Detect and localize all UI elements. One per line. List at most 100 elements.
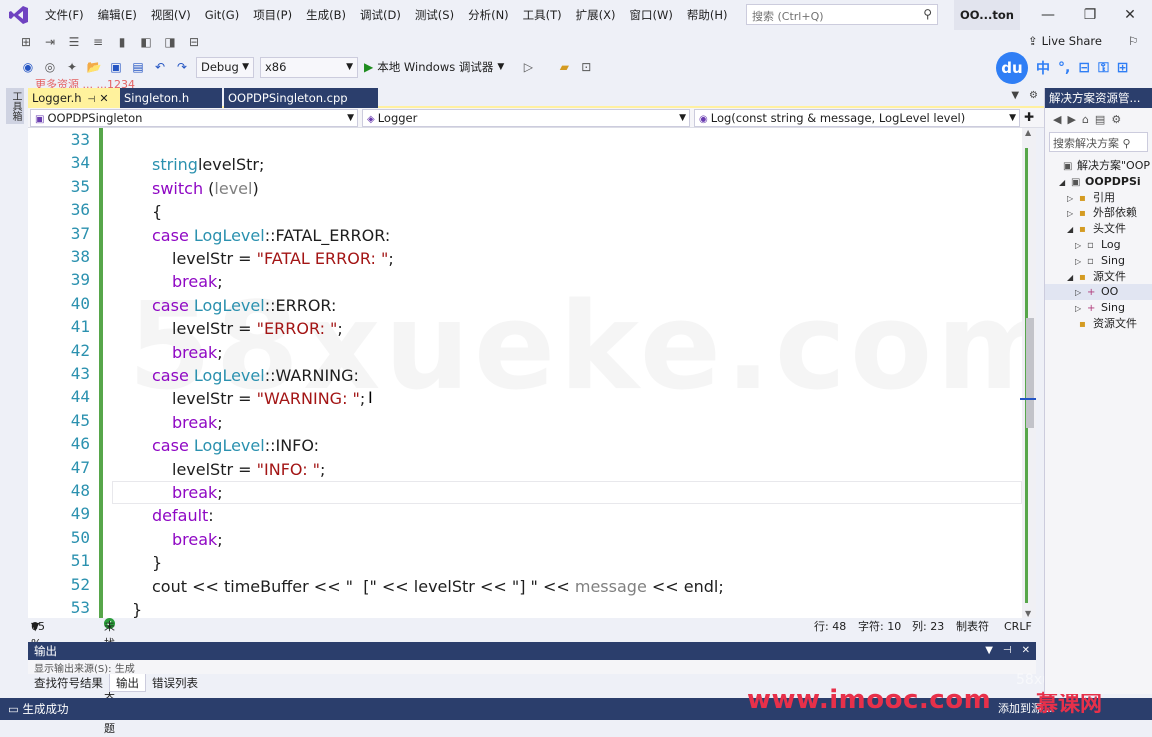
output-source-label[interactable]: 显示输出来源(S): 生成 (34, 664, 135, 674)
tree-item[interactable]: ◢ ▣ OOPDPSi (1059, 174, 1141, 190)
close-icon[interactable]: ✕ (1108, 0, 1152, 30)
code-editor[interactable]: 58xueke.com 3334353637383940414243444546… (28, 128, 1028, 618)
expander-icon[interactable]: ◢ (1067, 270, 1079, 286)
code-line[interactable]: } (132, 598, 142, 618)
expander-icon[interactable]: ▷ (1075, 285, 1087, 301)
code-line[interactable]: cout << timeBuffer << " [" << levelStr <… (152, 575, 724, 598)
feedback-icon[interactable]: ⚐ (1128, 34, 1138, 48)
expander-icon[interactable]: ▷ (1067, 206, 1079, 222)
code-line[interactable]: stringlevelStr; (152, 153, 264, 176)
code-line[interactable]: switch (level) (152, 177, 259, 200)
tree-item[interactable]: ▷ ▪ 引用 (1067, 190, 1115, 206)
back-icon[interactable]: ◉ (20, 59, 36, 75)
home-icon[interactable]: ⌂ (1082, 113, 1089, 126)
menu-item-10[interactable]: 扩展(X) (569, 0, 623, 30)
grid-menu-icon[interactable]: ⊞ (1117, 60, 1129, 76)
tab-oopdpsingleton-cpp[interactable]: OOPDPSingleton.cpp (224, 88, 378, 108)
code-line[interactable]: break; (172, 341, 223, 364)
menu-item-11[interactable]: 窗口(W) (623, 0, 680, 30)
minimize-icon[interactable]: — (1026, 0, 1070, 30)
tree-item[interactable]: ▷ ▫ Sing (1075, 253, 1125, 269)
indent-icon[interactable]: ⇥ (42, 34, 58, 50)
chinese-mode-icon[interactable]: 中 (1036, 58, 1050, 78)
tree-item[interactable]: ▷ ▪ 外部依赖 (1067, 205, 1137, 221)
tree-item[interactable]: ◢ ▪ 源文件 (1067, 269, 1126, 285)
settings-icon[interactable]: ⚙ (1111, 113, 1121, 126)
code-line[interactable]: levelStr = "WARNING: "; (172, 387, 365, 410)
solution-search-input[interactable]: 搜索解决方案 ⚲ (1049, 132, 1148, 152)
pin-icon[interactable]: ⊣ (1003, 642, 1012, 660)
punctuation-icon[interactable]: °, (1058, 60, 1070, 76)
save-all-icon[interactable]: ▤ (130, 59, 146, 75)
start-debugging-button[interactable]: ▶ 本地 Windows 调试器 ▼ (364, 59, 504, 75)
code-line[interactable]: break; (172, 411, 223, 434)
scroll-thumb[interactable] (1026, 318, 1034, 428)
align-icon[interactable]: ⊞ (18, 34, 34, 50)
project-dropdown[interactable]: ▣ OOPDPSingleton ▼ (30, 109, 358, 127)
menu-item-9[interactable]: 工具(T) (516, 0, 569, 30)
configuration-dropdown[interactable]: Debug ▼ (196, 56, 254, 78)
tree-item[interactable]: ▷ + OO (1045, 284, 1152, 301)
close-icon[interactable]: ✕ (1022, 642, 1030, 660)
pin-icon[interactable]: ⊣ (88, 95, 96, 105)
expander-icon[interactable]: ▷ (1075, 301, 1087, 317)
tree-item[interactable]: ◢ ▪ 头文件 (1067, 221, 1126, 237)
find-in-files-icon[interactable]: ▰ (556, 59, 572, 75)
expander-icon[interactable]: ▷ (1075, 238, 1087, 254)
start-without-debug-icon[interactable]: ▷ (520, 59, 536, 75)
code-line[interactable]: break; (172, 270, 223, 293)
undo-icon[interactable]: ↶ (152, 59, 168, 75)
menu-item-3[interactable]: Git(G) (198, 0, 247, 30)
menu-item-0[interactable]: 文件(F) (38, 0, 91, 30)
clear-bookmarks-icon[interactable]: ⊟ (186, 34, 202, 50)
code-line[interactable]: break; (172, 481, 223, 504)
switch-view-icon[interactable]: ▤ (1095, 113, 1105, 126)
skin-icon[interactable]: ⚿ (1098, 60, 1109, 76)
outdent-icon[interactable]: ☰ (66, 34, 82, 50)
menu-item-7[interactable]: 测试(S) (408, 0, 461, 30)
menu-item-2[interactable]: 视图(V) (144, 0, 198, 30)
tab-list-dropdown-icon[interactable]: ▼ (1011, 90, 1019, 101)
code-line[interactable]: case LogLevel::ERROR: (152, 294, 336, 317)
prev-bookmark-icon[interactable]: ◧ (138, 34, 154, 50)
member-dropdown[interactable]: ◉ Log(const string & message, LogLevel le… (694, 109, 1020, 127)
menu-item-6[interactable]: 调试(D) (353, 0, 408, 30)
expander-icon[interactable]: ◢ (1067, 222, 1079, 238)
bookmark-icon[interactable]: ▮ (114, 34, 130, 50)
menu-item-8[interactable]: 分析(N) (461, 0, 516, 30)
bottom-tab-0[interactable]: 查找符号结果 (28, 674, 109, 692)
panel-dropdown-icon[interactable]: ▼ (985, 642, 993, 660)
screenshot-icon[interactable]: ⊡ (578, 59, 594, 75)
solution-name-badge[interactable]: OO...ton (954, 0, 1020, 30)
redo-icon[interactable]: ↷ (174, 59, 190, 75)
save-icon[interactable]: ▣ (108, 59, 124, 75)
back-icon[interactable]: ◀ (1053, 113, 1061, 126)
new-item-icon[interactable]: ✦ (64, 59, 80, 75)
line-ending[interactable]: CRLF (1004, 618, 1032, 635)
code-area[interactable]: stringlevelStr; switch (level){case LogLe… (112, 128, 1022, 618)
expander-icon[interactable]: ▷ (1075, 254, 1087, 270)
code-line[interactable]: levelStr = "ERROR: "; (172, 317, 343, 340)
menu-item-12[interactable]: 帮助(H) (680, 0, 735, 30)
scroll-up-icon[interactable]: ▲ (1025, 128, 1031, 137)
code-line[interactable]: levelStr = "FATAL ERROR: "; (172, 247, 394, 270)
toolbox-strip[interactable]: 工具箱 (6, 88, 24, 124)
search-input[interactable]: 搜索 (Ctrl+Q) ⚲ (746, 4, 938, 25)
visual-studio-logo-icon[interactable] (0, 0, 38, 30)
tree-item[interactable]: ▷ + Sing (1075, 300, 1125, 316)
code-line[interactable]: case LogLevel::FATAL_ERROR: (152, 224, 390, 247)
comment-icon[interactable]: ≡ (90, 34, 106, 50)
toolbox-icon[interactable]: ⊟ (1078, 60, 1090, 76)
class-dropdown[interactable]: ◈ Logger ▼ (362, 109, 690, 127)
code-line[interactable]: } (152, 551, 162, 574)
baidu-du-icon[interactable]: du (996, 52, 1028, 84)
menu-item-1[interactable]: 编辑(E) (91, 0, 144, 30)
forward-icon[interactable]: ◎ (42, 59, 58, 75)
expander-icon[interactable]: ◢ (1059, 175, 1071, 191)
restore-icon[interactable]: ❐ (1068, 0, 1112, 30)
scroll-down-icon[interactable]: ▼ (1025, 609, 1031, 618)
bottom-tab-1[interactable]: 输出 (109, 674, 146, 692)
forward-icon[interactable]: ▶ (1067, 113, 1075, 126)
platform-dropdown[interactable]: x86 ▼ (260, 56, 358, 78)
menu-item-4[interactable]: 项目(P) (246, 0, 299, 30)
